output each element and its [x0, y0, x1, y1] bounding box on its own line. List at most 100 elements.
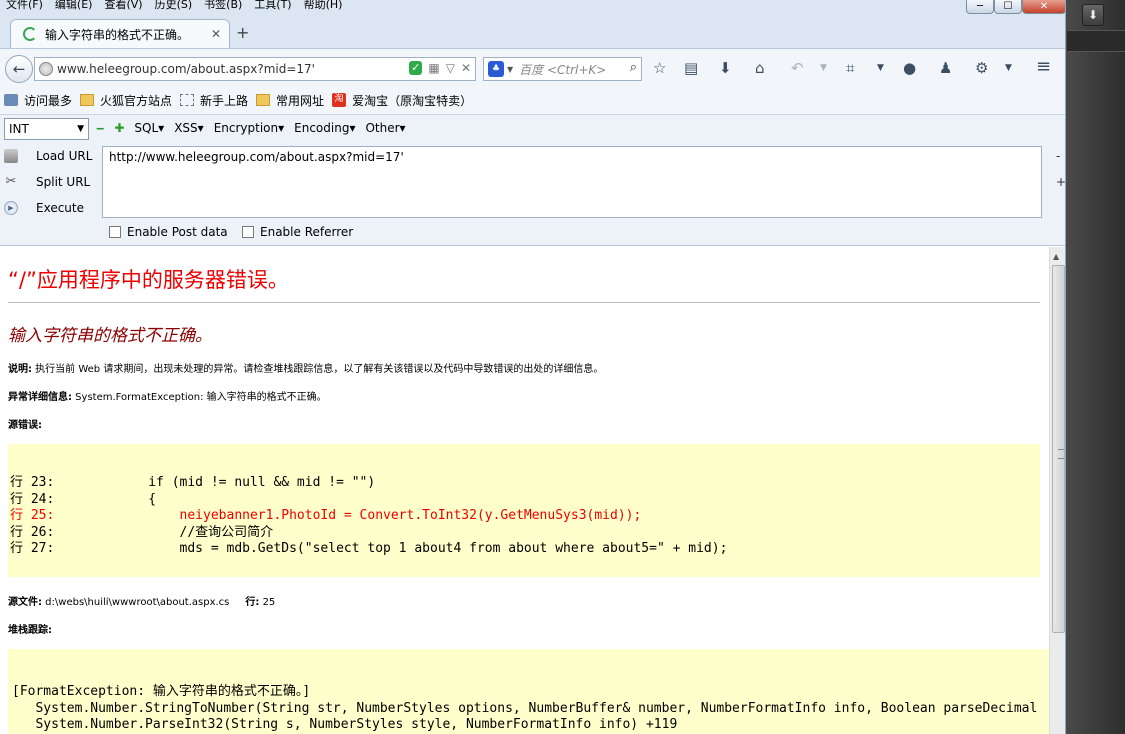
minimize-button[interactable]: ─: [966, 0, 994, 14]
stack-trace-heading: 堆栈跟踪:: [8, 621, 52, 636]
enable-referrer-checkbox[interactable]: Enable Referrer: [242, 225, 353, 239]
checkbox-box[interactable]: [109, 226, 121, 238]
search-go-icon[interactable]: ⌕: [630, 60, 637, 75]
error-message: 输入字符串的格式不正确。: [8, 326, 212, 346]
menu-xss[interactable]: XSS▾: [174, 121, 203, 135]
enable-referrer-label: Enable Referrer: [260, 225, 354, 239]
menu-file[interactable]: 文件(F): [0, 0, 49, 10]
enable-post-checkbox[interactable]: Enable Post data: [109, 225, 228, 239]
url-bar[interactable]: www.heleegroup.com/about.aspx?mid=17' ✓ …: [34, 57, 476, 81]
tab-close-icon[interactable]: ✕: [211, 27, 221, 41]
stack-trace-label: 堆栈跟踪:: [8, 625, 52, 636]
baidu-engine-icon[interactable]: ♣: [488, 61, 504, 77]
menu-edit[interactable]: 编辑(E): [49, 0, 99, 10]
type-select-value: INT: [9, 122, 29, 136]
source-file-label: 源文件:: [8, 597, 42, 608]
bookmark-label: 爱淘宝（原淘宝特卖）: [352, 93, 473, 108]
stack-line: System.Number.ParseInt32(String s, Numbe…: [12, 717, 678, 732]
exception-text: System.FormatException: 输入字符串的格式不正确。: [72, 392, 327, 403]
bookmark-most-visited[interactable]: 访问最多: [4, 92, 72, 109]
stack-trace-block: [FormatException: 输入字符串的格式不正确。] System.N…: [8, 649, 1049, 734]
undo-dropdown-icon[interactable]: ▼: [820, 63, 827, 73]
stop-icon[interactable]: ✕: [461, 61, 471, 75]
scroll-up-icon[interactable]: ▲: [1053, 252, 1059, 261]
chat-icon[interactable]: ●: [903, 59, 916, 77]
expand-button[interactable]: +: [1056, 175, 1065, 189]
undo-icon[interactable]: ↶: [791, 59, 804, 77]
description: 说明: 执行当前 Web 请求期间，出现未处理的异常。请检查堆栈跟踪信息，以了解…: [8, 360, 603, 375]
divider: [8, 302, 1040, 303]
page-icon: [180, 94, 195, 106]
menu-help[interactable]: 帮助(H): [298, 0, 349, 10]
load-url-button[interactable]: Load URL: [4, 149, 92, 163]
stack-line: System.Number.StringToNumber(String str,…: [12, 700, 1038, 716]
menu-view[interactable]: 查看(V): [98, 0, 148, 10]
bookmark-common-sites[interactable]: 常用网址: [256, 92, 324, 109]
type-select[interactable]: INT ▼: [4, 118, 89, 140]
extension-dropdown-icon[interactable]: ▼: [1005, 63, 1012, 73]
code-line: 行 23: if (mid != null && mid != ""): [10, 475, 376, 490]
close-window-button[interactable]: ✕: [1022, 0, 1065, 14]
extension-icon[interactable]: ⚙: [975, 59, 988, 77]
bookmark-label: 访问最多: [24, 93, 73, 108]
reading-list-icon[interactable]: ▤: [684, 59, 698, 77]
menu-tools[interactable]: 工具(T): [248, 0, 297, 10]
menu-bar: 文件(F) 编辑(E) 查看(V) 历史(S) 书签(B) 工具(T) 帮助(H): [0, 0, 1065, 14]
load-url-label: Load URL: [36, 149, 93, 163]
shield-icon[interactable]: ✓: [409, 61, 423, 75]
qr-code-icon[interactable]: ▦: [428, 61, 439, 75]
menu-other[interactable]: Other▾: [365, 121, 405, 135]
hackbar-panel: INT ▼ ‒ ✚ SQL▾ XSS▾ Encryption▾ Encoding▾…: [0, 114, 1065, 246]
bookmark-key-icon: [4, 94, 18, 106]
menu-encryption[interactable]: Encryption▾: [214, 121, 284, 135]
search-box[interactable]: ♣ ▼ 百度 <Ctrl+K> ⌕: [483, 57, 642, 81]
code-line: 行 27: mds = mdb.GetDs("select top 1 abou…: [10, 541, 728, 556]
page-title: “/”应用程序中的服务器错误。: [8, 268, 289, 292]
engine-dropdown-icon[interactable]: ▼: [507, 65, 513, 74]
split-url-button[interactable]: ✂ Split URL: [4, 174, 91, 190]
plus-icon[interactable]: ✚: [114, 121, 124, 135]
download-icon[interactable]: ⬇: [719, 59, 732, 77]
dropdown-history-icon[interactable]: ▽: [446, 61, 455, 75]
split-url-icon: ✂: [5, 174, 17, 189]
code-line: 行 26: //查询公司简介: [10, 524, 274, 540]
menu-encoding[interactable]: Encoding▾: [294, 121, 355, 135]
scrollbar-thumb[interactable]: [1052, 265, 1065, 633]
chevron-down-icon: ▼: [77, 124, 84, 134]
globe-icon: [39, 62, 53, 76]
maximize-button[interactable]: ☐: [994, 0, 1022, 14]
vertical-scrollbar[interactable]: ▲: [1049, 247, 1065, 734]
hamburger-menu-icon[interactable]: ≡: [1036, 56, 1051, 77]
browser-window: 文件(F) 编辑(E) 查看(V) 历史(S) 书签(B) 工具(T) 帮助(H) ─ ☐ …: [0, 0, 1066, 734]
hackbar-url-textarea[interactable]: http://www.heleegroup.com/about.aspx?mid…: [102, 146, 1042, 218]
source-file-info: 源文件: d:\webs\huili\wwwroot\about.aspx.cs…: [8, 593, 275, 608]
description-text: 执行当前 Web 请求期间，出现未处理的异常。请检查堆栈跟踪信息，以了解有关该错…: [32, 364, 604, 375]
menu-sql[interactable]: SQL▾: [134, 121, 164, 135]
minus-icon[interactable]: ‒: [96, 121, 104, 135]
checkbox-box[interactable]: [242, 226, 254, 238]
execute-button[interactable]: ▶ Execute: [4, 201, 84, 215]
bookmark-getting-started[interactable]: 新手上路: [180, 92, 248, 109]
folder-icon: [80, 94, 95, 106]
download-arrow-icon[interactable]: ⬇: [1082, 4, 1104, 26]
source-file-value: d:\webs\huili\wwwroot\about.aspx.cs: [42, 597, 230, 608]
menu-bookmarks[interactable]: 书签(B): [198, 0, 248, 10]
hackbar-menu: ‒ ✚ SQL▾ XSS▾ Encryption▾ Encoding▾ Othe…: [96, 121, 406, 135]
source-error-label: 源错误:: [8, 420, 42, 431]
bookmark-aitaobao[interactable]: 淘爱淘宝（原淘宝特卖）: [332, 92, 472, 109]
url-text[interactable]: www.heleegroup.com/about.aspx?mid=17': [57, 62, 315, 76]
home-icon[interactable]: ⌂: [755, 59, 765, 77]
exception-label: 异常详细信息:: [8, 392, 72, 403]
shrink-button[interactable]: -: [1056, 149, 1060, 163]
menu-history[interactable]: 历史(S): [149, 0, 199, 10]
new-tab-button[interactable]: +: [236, 23, 249, 42]
back-button[interactable]: ←: [5, 55, 33, 83]
tab-active[interactable]: 输入字符串的格式不正确。 ✕: [10, 19, 230, 48]
crop-screenshot-icon[interactable]: ⌗: [846, 59, 854, 77]
bookmark-firefox-site[interactable]: 火狐官方站点: [80, 92, 172, 109]
crop-dropdown-icon[interactable]: ▼: [877, 63, 884, 73]
account-icon[interactable]: ♟: [939, 59, 952, 77]
execute-icon: ▶: [4, 201, 18, 215]
line-value: 25: [259, 597, 276, 608]
bookmark-star-icon[interactable]: ☆: [653, 59, 666, 77]
